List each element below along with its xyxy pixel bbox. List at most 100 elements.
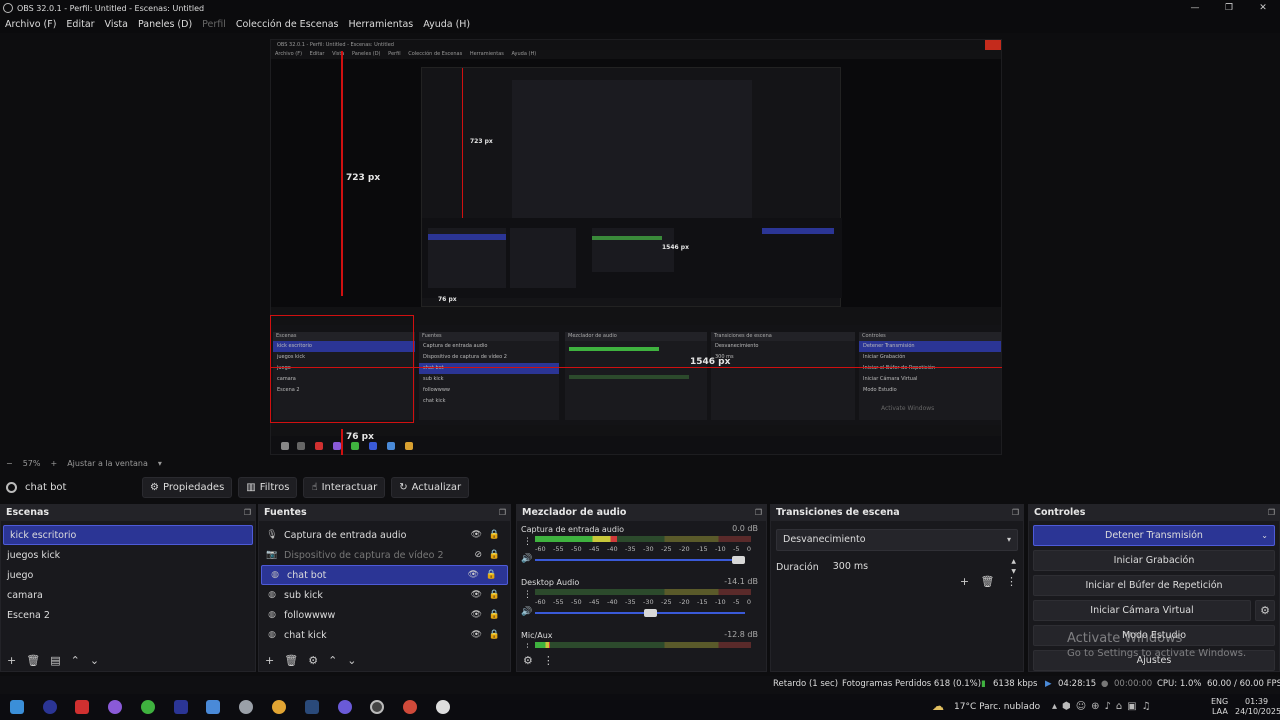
kebab-menu-icon[interactable]: ⋮ (1006, 575, 1017, 588)
nested-panel-header: Transiciones de escena (711, 332, 855, 341)
volume-slider[interactable] (535, 609, 745, 617)
scene-item[interactable]: juego (1, 565, 255, 585)
eye-icon[interactable]: 👁 (468, 570, 479, 580)
undock-icon[interactable]: ❐ (244, 505, 251, 521)
source-item[interactable]: 📷 Dispositivo de captura de vídeo 2 ⊘ 🔒 (259, 545, 510, 565)
app-icon[interactable] (141, 700, 155, 714)
kebab-menu-icon[interactable]: ⋮ (523, 590, 532, 600)
undock-icon[interactable]: ❐ (755, 505, 762, 521)
app-icon[interactable] (338, 700, 352, 714)
app-icon[interactable] (75, 700, 89, 714)
speaker-icon[interactable]: 🔊 (521, 554, 532, 564)
app-icon[interactable] (174, 700, 188, 714)
eye-icon[interactable]: 👁 (471, 530, 482, 540)
volume-slider[interactable] (535, 556, 745, 564)
keyboard-layout[interactable]: LAA (1212, 707, 1228, 716)
app-icon[interactable] (239, 700, 253, 714)
source-item[interactable]: ◍ sub kick 👁 🔒 (259, 585, 510, 605)
menu-vista[interactable]: Vista (105, 19, 128, 30)
lock-icon[interactable]: 🔒 (489, 550, 500, 560)
transition-select[interactable]: Desvanecimiento ▾ (776, 529, 1018, 551)
steam-icon[interactable] (305, 700, 319, 714)
trash-icon[interactable]: 🗑 (981, 575, 995, 588)
app-icon[interactable] (108, 700, 122, 714)
menu-paneles[interactable]: Paneles (D) (138, 19, 192, 30)
spinner-icon[interactable]: ▲ ▼ (1011, 557, 1016, 577)
zoom-in-button[interactable]: + (50, 459, 57, 468)
undock-icon[interactable]: ❐ (1012, 505, 1019, 521)
start-recording-button[interactable]: Iniciar Grabación (1033, 550, 1275, 571)
source-item[interactable]: ◍ chat bot 👁 🔒 (261, 565, 508, 585)
chevron-up-icon[interactable]: ⌃ (71, 654, 80, 667)
filter-icon[interactable]: ▤ (50, 654, 60, 667)
menu-herramientas[interactable]: Herramientas (349, 19, 414, 30)
scene-item[interactable]: juegos kick (1, 545, 255, 565)
scene-item[interactable]: Escena 2 (1, 605, 255, 625)
gear-icon[interactable]: ⚙ (308, 654, 318, 667)
lock-icon[interactable]: 🔒 (489, 590, 500, 600)
trash-icon[interactable]: 🗑 (26, 654, 40, 667)
add-icon[interactable]: + (7, 654, 16, 667)
kebab-menu-icon[interactable]: ⋮ (523, 537, 532, 547)
undock-icon[interactable]: ❐ (499, 505, 506, 521)
fit-window-label[interactable]: Ajustar a la ventana (67, 459, 148, 468)
clock-date[interactable]: 24/10/2025 (1235, 707, 1280, 716)
virtual-camera-gear-icon[interactable]: ⚙ (1255, 600, 1275, 621)
chevron-up-icon[interactable]: ⌃ (328, 654, 337, 667)
chrome-icon[interactable] (272, 700, 286, 714)
trash-icon[interactable]: 🗑 (284, 654, 298, 667)
lock-icon[interactable]: 🔒 (489, 530, 500, 540)
source-item[interactable]: ◍ chat kick 👁 🔒 (259, 625, 510, 645)
properties-button[interactable]: ⚙ Propiedades (142, 476, 233, 498)
volume-knob[interactable] (643, 609, 657, 617)
minimize-button[interactable]: — (1178, 0, 1212, 16)
source-item[interactable]: 🎙 Captura de entrada audio 👁 🔒 (259, 525, 510, 545)
add-icon[interactable]: + (265, 654, 274, 667)
start-replay-buffer-button[interactable]: Iniciar el Búfer de Repetición (1033, 575, 1275, 596)
start-virtual-camera-button[interactable]: Iniciar Cámara Virtual (1033, 600, 1251, 621)
chevron-down-icon[interactable]: ⌄ (90, 654, 99, 667)
refresh-button[interactable]: ↻ Actualizar (391, 476, 470, 498)
kebab-menu-icon[interactable]: ⋮ (543, 654, 554, 667)
menu-perfil[interactable]: Perfil (202, 19, 226, 30)
app-icon[interactable] (43, 700, 57, 714)
menu-archivo[interactable]: Archivo (F) (5, 19, 56, 30)
preview-canvas[interactable]: OBS 32.0.1 - Perfil: Untitled - Escenas:… (0, 33, 1280, 455)
add-icon[interactable]: + (960, 575, 969, 588)
stop-stream-button[interactable]: Detener Transmisión ⌄ (1033, 525, 1275, 546)
scene-item[interactable]: camara (1, 585, 255, 605)
clock-time[interactable]: 01:39 (1245, 697, 1268, 706)
input-language[interactable]: ENG (1211, 697, 1228, 706)
maximize-button[interactable]: ❐ (1212, 0, 1246, 16)
duration-input[interactable]: 300 ms ▲ ▼ (828, 557, 1018, 577)
volume-knob[interactable] (732, 556, 745, 564)
close-button[interactable]: ✕ (1246, 0, 1280, 16)
menu-editar[interactable]: Editar (66, 19, 94, 30)
settings-icon[interactable]: ⚙ (523, 654, 533, 667)
eye-icon[interactable]: 👁 (471, 630, 482, 640)
chevron-down-icon[interactable]: ⌄ (1261, 526, 1268, 545)
scene-item[interactable]: kick escritorio (3, 525, 253, 545)
tray-icons[interactable]: ▴⬢☺⊕♪⌂▣♫ (1052, 701, 1156, 712)
eye-hidden-icon[interactable]: ⊘ (474, 550, 482, 560)
interact-button[interactable]: ☝ Interactuar (303, 476, 386, 498)
eye-icon[interactable]: 👁 (471, 590, 482, 600)
zoom-out-button[interactable]: − (6, 459, 13, 468)
chevron-down-icon[interactable]: ⌄ (347, 654, 356, 667)
chrome-icon[interactable] (403, 700, 417, 714)
app-icon[interactable] (436, 700, 450, 714)
obs-taskbar-icon[interactable] (370, 700, 384, 714)
lock-icon[interactable]: 🔒 (489, 630, 500, 640)
app-icon[interactable] (206, 700, 220, 714)
menu-ayuda[interactable]: Ayuda (H) (423, 19, 470, 30)
lock-icon[interactable]: 🔒 (486, 570, 497, 580)
undock-icon[interactable]: ❐ (1268, 505, 1275, 521)
source-item[interactable]: ◍ followwww 👁 🔒 (259, 605, 510, 625)
lock-icon[interactable]: 🔒 (489, 610, 500, 620)
eye-icon[interactable]: 👁 (471, 610, 482, 620)
filters-button[interactable]: ▥ Filtros (238, 476, 298, 498)
windows-start-icon[interactable] (10, 700, 24, 714)
speaker-icon[interactable]: 🔊 (521, 607, 532, 617)
menu-coleccion-escenas[interactable]: Colección de Escenas (236, 19, 339, 30)
chevron-down-icon[interactable]: ▾ (158, 459, 162, 468)
